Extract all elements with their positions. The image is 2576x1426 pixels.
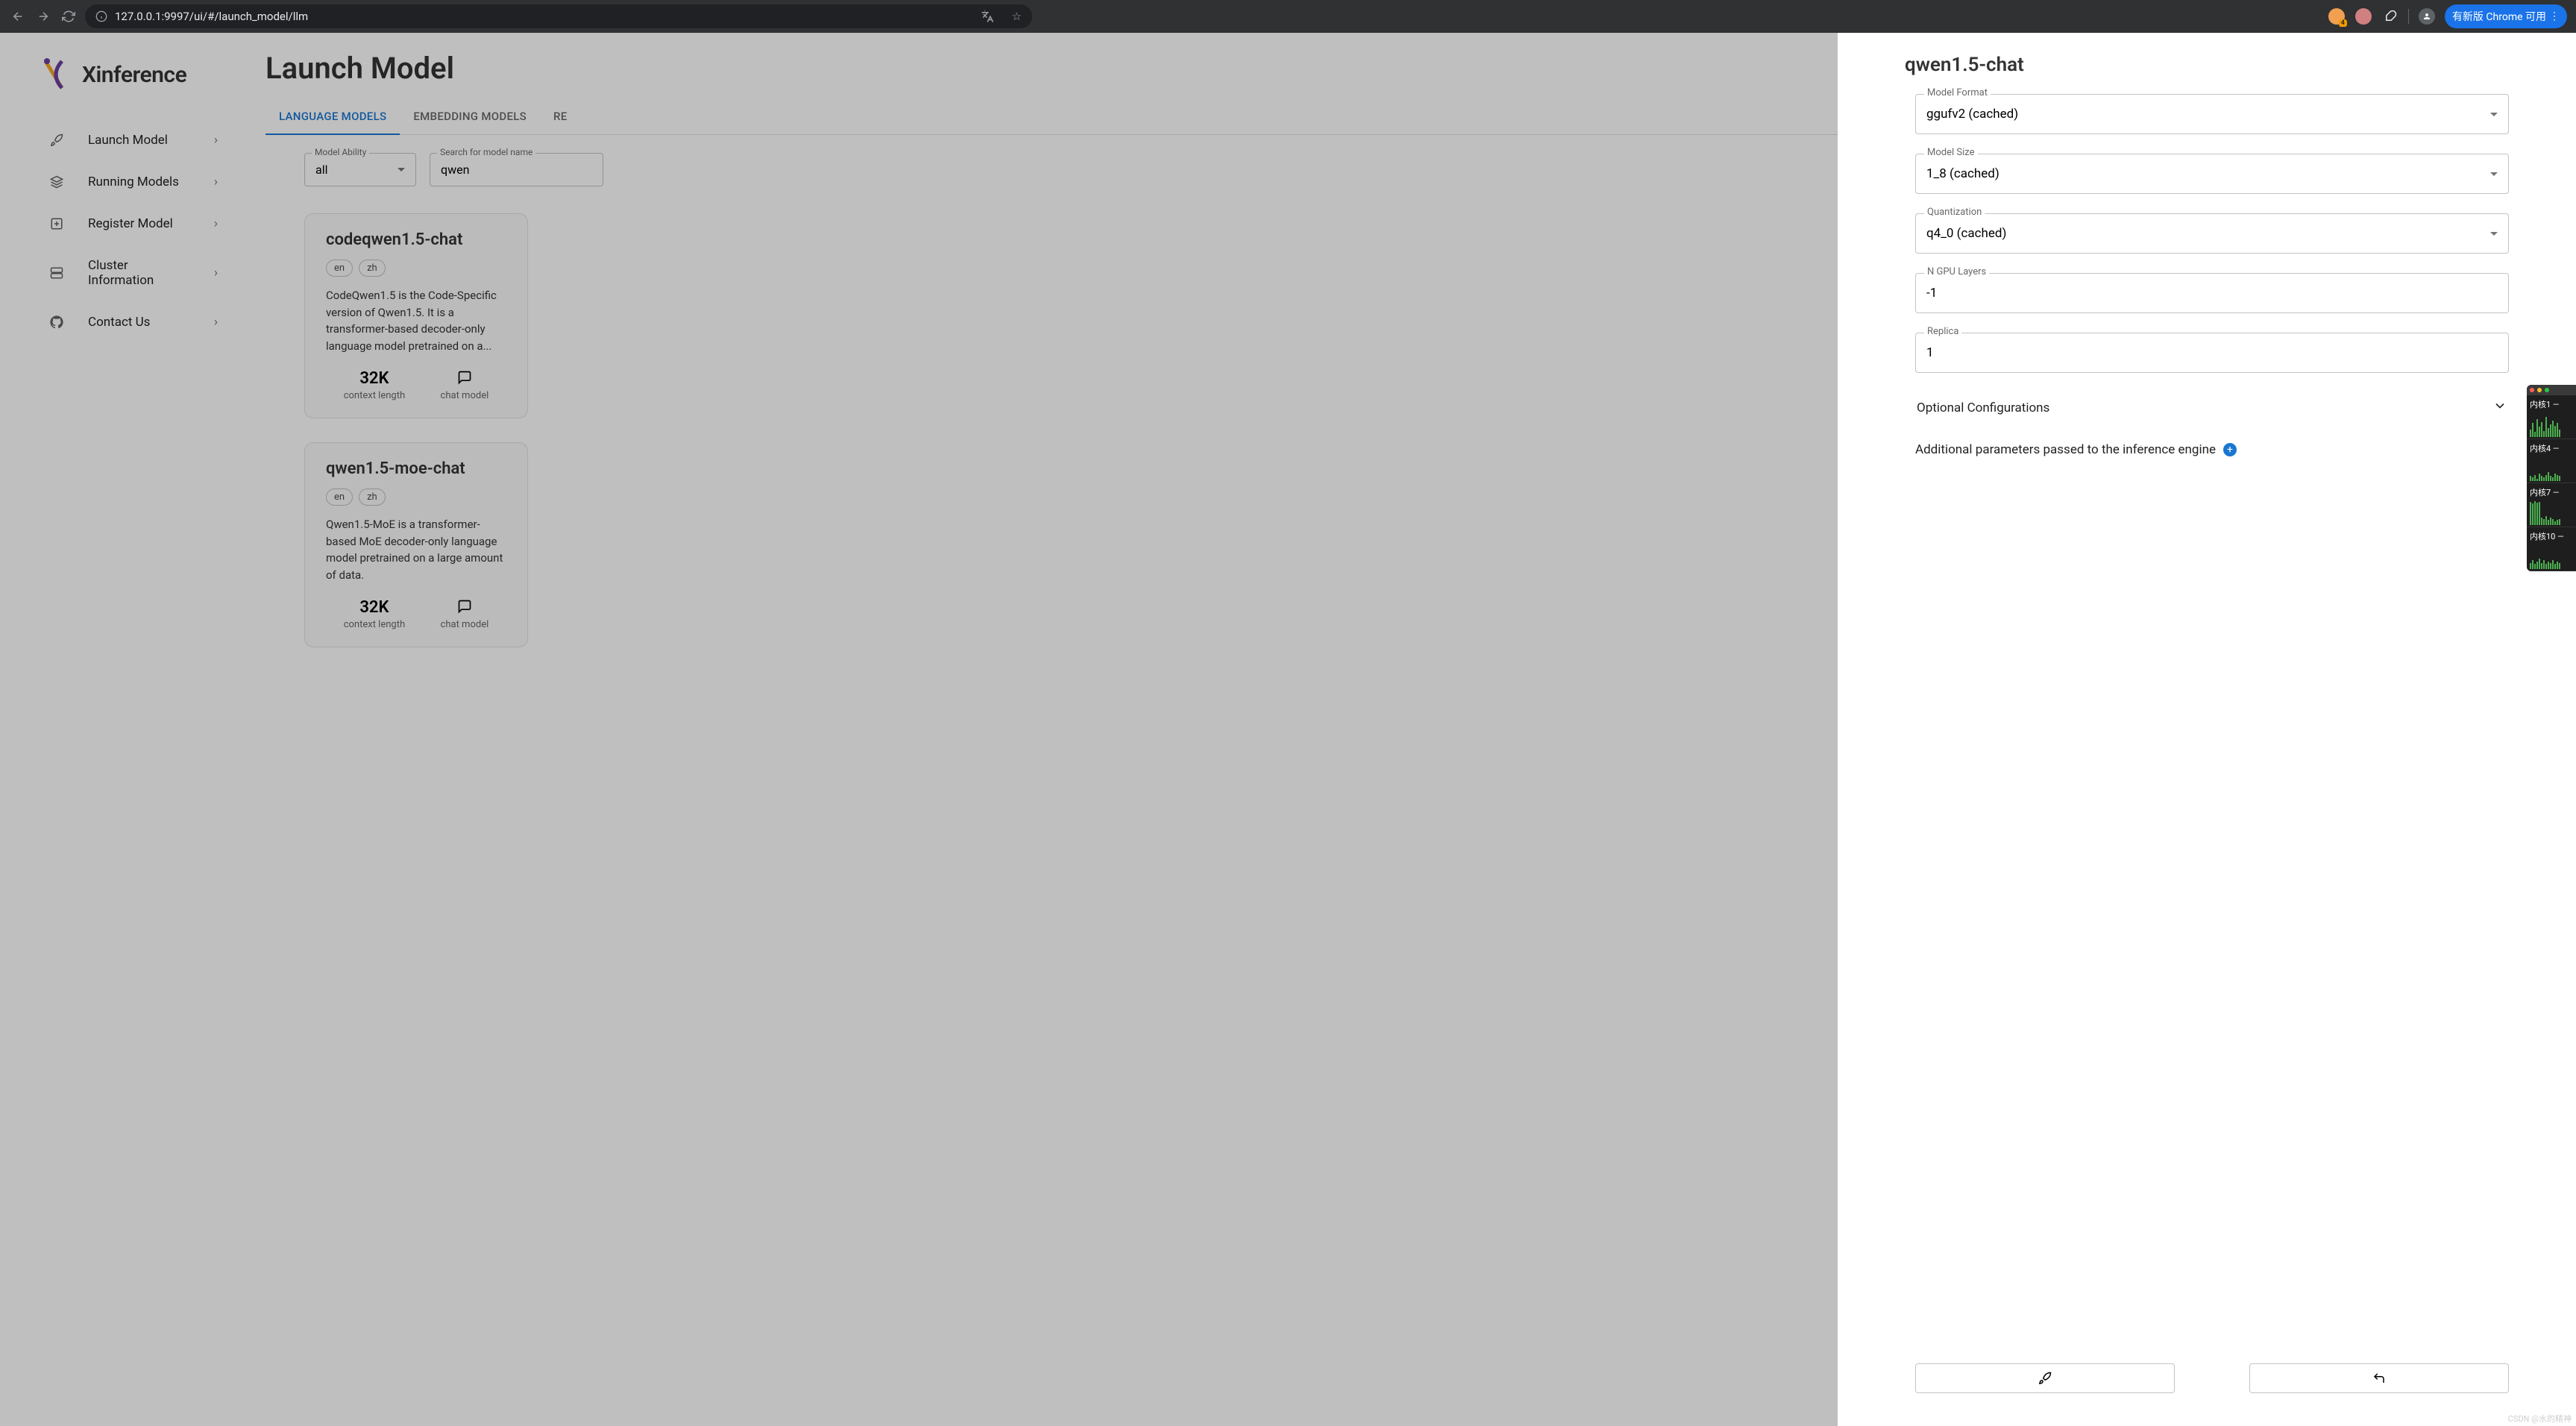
add-param-button[interactable]: +	[2223, 443, 2237, 456]
sidebar-item-launch-model[interactable]: Launch Model ›	[0, 119, 239, 161]
tab-rerank-models[interactable]: RE	[540, 99, 581, 134]
undo-icon	[2372, 1372, 2386, 1385]
launch-button[interactable]	[1915, 1363, 2175, 1393]
browser-bar: 127.0.0.1:9997/ui/#/launch_model/llm ☆ 4…	[0, 0, 2576, 33]
url-text: 127.0.0.1:9997/ui/#/launch_model/llm	[115, 10, 308, 23]
window-min-icon	[2537, 388, 2542, 392]
chrome-update-button[interactable]: 有新版 Chrome 可用 ⋮	[2445, 4, 2567, 28]
github-icon	[49, 315, 64, 330]
sidebar-item-cluster-info[interactable]: Cluster Information ›	[0, 245, 239, 301]
quantization-select[interactable]: Quantization q4_0 (cached)	[1915, 213, 2509, 254]
kebab-icon: ⋮	[2549, 10, 2560, 22]
reset-button[interactable]	[2249, 1363, 2509, 1393]
app: Xinference Launch Model › Running Models…	[0, 33, 2576, 1426]
rocket-icon	[49, 133, 64, 148]
replica-input[interactable]	[1915, 333, 2509, 373]
optional-configurations-accordion[interactable]: Optional Configurations	[1915, 392, 2509, 423]
model-size-select[interactable]: Model Size 1_8 (cached)	[1915, 154, 2509, 194]
translate-icon[interactable]	[981, 10, 994, 23]
chevron-down-icon	[2490, 232, 2498, 236]
watermark: CSDN @水的精神	[2508, 1413, 2572, 1425]
model-card-desc: CodeQwen1.5 is the Code-Specific version…	[326, 287, 506, 354]
drawer-title: qwen1.5-chat	[1905, 54, 2509, 76]
plus-box-icon	[49, 216, 64, 231]
search-input-wrap: Search for model name	[430, 153, 603, 186]
sidebar-item-contact-us[interactable]: Contact Us ›	[0, 301, 239, 343]
model-card[interactable]: qwen1.5-moe-chat en zh Qwen1.5-MoE is a …	[304, 442, 528, 647]
chevron-down-icon	[2492, 398, 2507, 417]
launch-drawer: qwen1.5-chat Model Format ggufv2 (cached…	[1838, 33, 2576, 1426]
model-card-desc: Qwen1.5-MoE is a transformer-based MoE d…	[326, 516, 506, 583]
sidebar: Xinference Launch Model › Running Models…	[0, 33, 239, 1426]
lang-chip: zh	[359, 260, 386, 277]
model-ability-select[interactable]: Model Ability all	[304, 153, 416, 186]
chevron-down-icon	[398, 168, 405, 172]
back-icon[interactable]	[9, 7, 27, 25]
chevron-down-icon	[2490, 172, 2498, 176]
profile-avatar-2[interactable]	[2354, 7, 2372, 25]
chevron-right-icon: ›	[214, 216, 218, 231]
logo[interactable]: Xinference	[0, 57, 239, 119]
address-bar[interactable]: 127.0.0.1:9997/ui/#/launch_model/llm ☆	[85, 4, 1032, 28]
lang-chip: en	[326, 260, 353, 277]
extensions-icon[interactable]	[2381, 7, 2399, 25]
info-icon[interactable]	[95, 10, 107, 22]
n-gpu-layers-input[interactable]	[1915, 273, 2509, 313]
layers-icon	[49, 175, 64, 189]
tab-language-models[interactable]: LANGUAGE MODELS	[266, 99, 400, 135]
tab-embedding-models[interactable]: EMBEDDING MODELS	[400, 99, 540, 134]
chat-icon	[457, 370, 472, 388]
profile-avatar-1[interactable]: 4	[2328, 7, 2346, 25]
chevron-right-icon: ›	[214, 133, 218, 148]
sidebar-item-running-models[interactable]: Running Models ›	[0, 161, 239, 203]
server-icon	[49, 266, 64, 280]
lang-chip: en	[326, 489, 353, 506]
window-close-icon	[2530, 388, 2534, 392]
star-icon[interactable]: ☆	[1012, 10, 1022, 23]
chevron-right-icon: ›	[214, 266, 218, 280]
chevron-right-icon: ›	[214, 315, 218, 330]
logo-icon	[39, 57, 70, 92]
chevron-down-icon	[2490, 113, 2498, 116]
cpu-monitor-widget[interactable]: 内核1 — 内核4 — 内核7 — 内核10 —	[2527, 385, 2576, 571]
chevron-right-icon: ›	[214, 175, 218, 189]
chat-icon	[457, 599, 472, 617]
forward-icon[interactable]	[34, 7, 52, 25]
model-card-title: codeqwen1.5-chat	[326, 230, 506, 249]
rocket-icon	[2038, 1372, 2052, 1385]
additional-params-row: Additional parameters passed to the infe…	[1915, 442, 2509, 457]
window-max-icon	[2545, 388, 2549, 392]
reload-icon[interactable]	[60, 7, 78, 25]
divider	[2408, 9, 2409, 24]
search-input[interactable]	[430, 153, 603, 186]
lang-chip: zh	[359, 489, 386, 506]
logo-text: Xinference	[82, 62, 186, 88]
model-card[interactable]: codeqwen1.5-chat en zh CodeQwen1.5 is th…	[304, 213, 528, 418]
model-format-select[interactable]: Model Format ggufv2 (cached)	[1915, 94, 2509, 134]
model-card-title: qwen1.5-moe-chat	[326, 459, 506, 478]
user-icon[interactable]	[2418, 7, 2436, 25]
sidebar-item-register-model[interactable]: Register Model ›	[0, 203, 239, 245]
